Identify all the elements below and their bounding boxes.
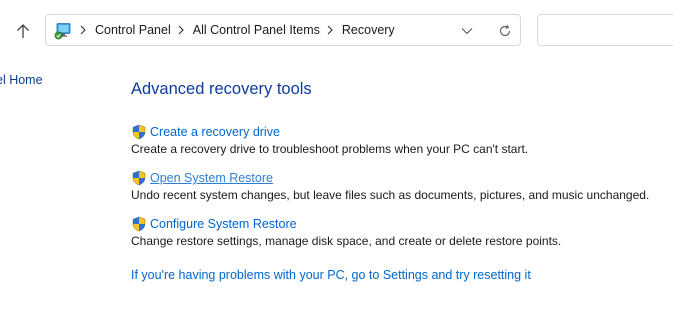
open-system-restore-link[interactable]: Open System Restore [150, 171, 273, 185]
page-title: Advanced recovery tools [131, 80, 312, 98]
breadcrumb-recovery[interactable]: Recovery [342, 23, 395, 37]
chevron-right-icon[interactable] [79, 25, 87, 35]
recovery-option-open-restore: Open System Restore Undo recent system c… [131, 170, 649, 202]
reset-pc-settings-link[interactable]: If you're having problems with your PC, … [131, 268, 531, 282]
recovery-option-configure-restore: Configure System Restore Change restore … [131, 216, 561, 248]
breadcrumb-control-panel[interactable]: Control Panel [95, 23, 171, 37]
chevron-down-icon [461, 28, 473, 35]
address-bar[interactable]: Control Panel All Control Panel Items Re… [45, 14, 521, 46]
recovery-option-create-drive: Create a recovery drive Create a recover… [131, 124, 528, 156]
create-recovery-drive-link[interactable]: Create a recovery drive [150, 125, 280, 139]
navigation-bar: Control Panel All Control Panel Items Re… [0, 0, 673, 62]
address-history-button[interactable] [459, 23, 475, 39]
control-panel-icon [54, 23, 71, 40]
control-panel-home-link[interactable]: el Home [0, 73, 43, 87]
refresh-button[interactable] [496, 22, 514, 40]
uac-shield-icon [132, 170, 146, 186]
chevron-right-icon[interactable] [326, 25, 334, 35]
configure-system-restore-link[interactable]: Configure System Restore [150, 217, 297, 231]
uac-shield-icon [132, 216, 146, 232]
breadcrumb: Control Panel All Control Panel Items Re… [79, 15, 395, 45]
search-input[interactable] [537, 14, 673, 46]
uac-shield-icon [132, 124, 146, 140]
create-recovery-drive-description: Create a recovery drive to troubleshoot … [131, 142, 529, 156]
refresh-icon [499, 24, 511, 37]
configure-system-restore-description: Change restore settings, manage disk spa… [131, 234, 562, 248]
breadcrumb-all-items[interactable]: All Control Panel Items [193, 23, 320, 37]
arrow-up-icon [17, 24, 29, 38]
open-system-restore-description: Undo recent system changes, but leave fi… [131, 188, 650, 202]
chevron-right-icon[interactable] [177, 25, 185, 35]
up-button[interactable] [12, 18, 34, 44]
